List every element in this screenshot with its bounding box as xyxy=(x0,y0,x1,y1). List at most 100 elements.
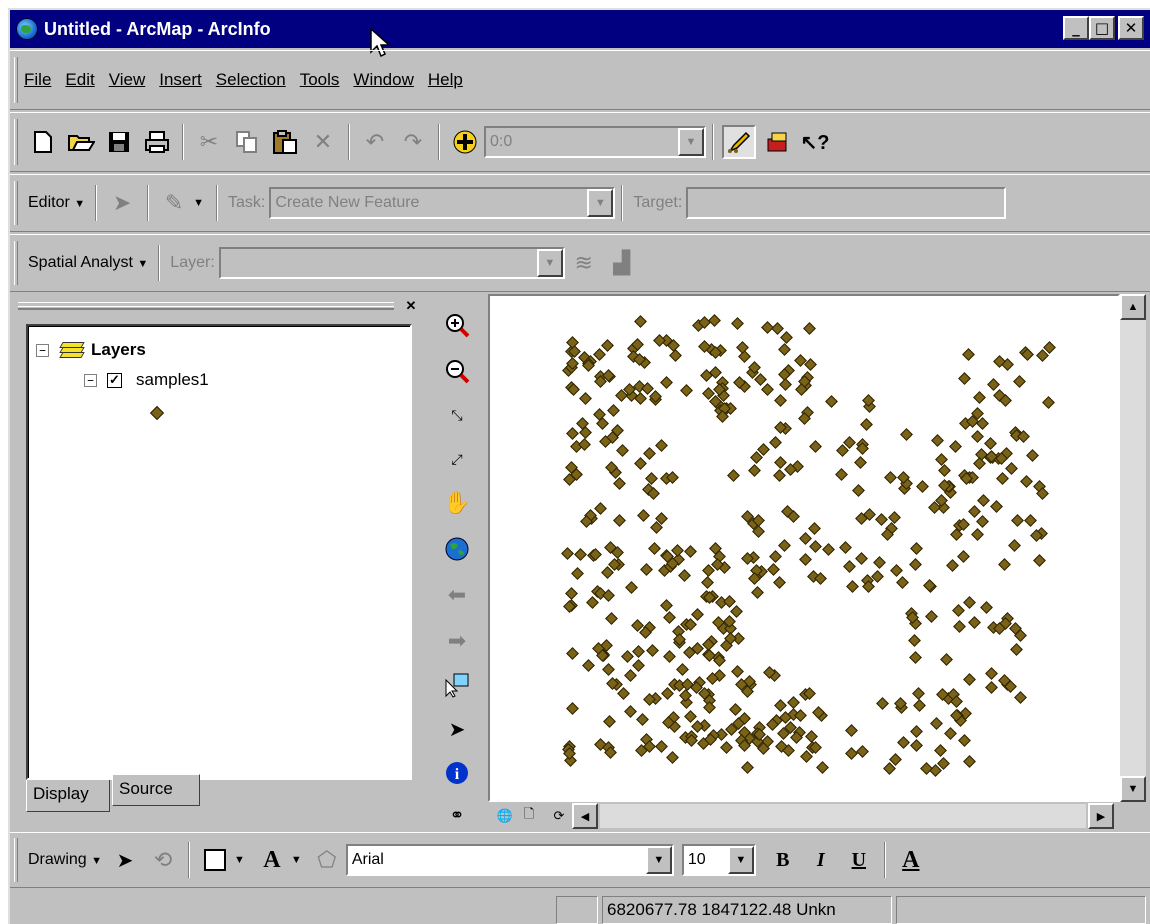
arcmap-globe-icon[interactable] xyxy=(16,18,38,40)
sketch-tool-button[interactable]: ✎ xyxy=(157,186,191,220)
full-extent-globe-icon xyxy=(445,537,469,561)
bold-button[interactable]: B xyxy=(766,843,800,877)
tab-source[interactable]: Source xyxy=(112,774,200,806)
task-combo[interactable]: Create New Feature ▼ xyxy=(269,187,616,219)
back-extent-button[interactable]: ⬅ xyxy=(442,580,472,610)
pan-button[interactable]: ✋ xyxy=(442,488,472,518)
collapse-icon[interactable]: − xyxy=(84,373,97,387)
chevron-down-icon[interactable]: ▼ xyxy=(193,197,204,209)
vertical-scrollbar[interactable]: ▲ ▼ xyxy=(1120,294,1146,802)
tree-row-layers[interactable]: − Layers xyxy=(36,340,146,360)
new-document-button[interactable] xyxy=(26,125,60,159)
menu-tools[interactable]: Tools xyxy=(300,70,340,90)
title-bar[interactable]: Untitled - ArcMap - ArcInfo _ □ ✕ xyxy=(10,10,1150,48)
identify-button[interactable]: i xyxy=(442,758,472,788)
delete-button[interactable]: ✕ xyxy=(306,125,340,159)
menu-help[interactable]: Help xyxy=(428,70,463,90)
chevron-down-icon[interactable]: ▼ xyxy=(645,846,672,874)
font-size-value: 10 xyxy=(687,851,706,868)
chevron-down-icon[interactable]: ▼ xyxy=(234,854,245,866)
map-display[interactable] xyxy=(488,294,1120,802)
chevron-down-icon[interactable]: ▼ xyxy=(727,846,754,874)
editor-menu[interactable]: Editor ▼ xyxy=(28,194,85,212)
scroll-down-button[interactable]: ▼ xyxy=(1120,776,1146,802)
fixed-zoom-out-button[interactable]: ⤢ xyxy=(442,444,472,474)
horizontal-scrollbar[interactable] xyxy=(600,804,1086,828)
select-features-button[interactable] xyxy=(442,670,472,700)
scroll-right-button[interactable]: ▶ xyxy=(1088,803,1114,829)
edit-vertices-button[interactable]: ⬠ xyxy=(310,843,344,877)
menu-insert[interactable]: Insert xyxy=(159,70,202,90)
underline-button[interactable]: U xyxy=(842,843,876,877)
layout-view-button[interactable]: 🗋 xyxy=(518,805,540,827)
forward-extent-button[interactable]: ➡ xyxy=(442,626,472,656)
minimize-button[interactable]: _ xyxy=(1063,16,1089,40)
font-color-button[interactable]: A xyxy=(894,843,928,877)
layer-visibility-checkbox[interactable]: ✓ xyxy=(107,372,122,388)
menu-view[interactable]: View xyxy=(109,70,146,90)
new-text-button[interactable]: A xyxy=(255,843,289,877)
target-combo[interactable] xyxy=(686,187,1007,219)
print-button[interactable] xyxy=(140,125,174,159)
collapse-icon[interactable]: − xyxy=(36,343,49,357)
map-scale-combo[interactable]: 0:0 ▼ xyxy=(484,126,706,158)
rotate-button[interactable]: ⟲ xyxy=(146,843,180,877)
new-rectangle-button[interactable] xyxy=(198,843,232,877)
scroll-left-button[interactable]: ◀ xyxy=(572,803,598,829)
data-view-button[interactable]: 🌐 xyxy=(494,805,516,827)
find-button[interactable]: ⚭ xyxy=(442,800,472,830)
menu-window[interactable]: Window xyxy=(353,70,413,90)
italic-button[interactable]: I xyxy=(804,843,838,877)
sample-point xyxy=(632,659,645,672)
editor-toolbar-button[interactable] xyxy=(722,125,756,159)
toolbar-grip[interactable] xyxy=(14,240,18,286)
select-elements-button[interactable]: ➤ xyxy=(442,714,472,744)
edit-tool-button[interactable]: ➤ xyxy=(105,186,139,220)
separator xyxy=(348,124,350,160)
contour-button[interactable]: ≋ xyxy=(567,246,601,280)
close-button[interactable]: ✕ xyxy=(1118,16,1144,40)
menu-edit[interactable]: Edit xyxy=(65,70,94,90)
full-extent-button[interactable] xyxy=(442,534,472,564)
copy-button[interactable] xyxy=(230,125,264,159)
sample-point xyxy=(1020,475,1033,488)
toolbar-grip[interactable] xyxy=(14,56,18,104)
select-elements-tool-button[interactable]: ➤ xyxy=(108,843,142,877)
drawing-menu[interactable]: Drawing ▼ xyxy=(28,851,102,869)
tab-display[interactable]: Display xyxy=(26,780,110,812)
chevron-down-icon[interactable]: ▼ xyxy=(587,189,614,217)
refresh-button[interactable]: ⟳ xyxy=(548,805,570,827)
open-button[interactable] xyxy=(64,125,98,159)
chevron-down-icon[interactable]: ▼ xyxy=(678,128,704,156)
toc-close-button[interactable]: ✕ xyxy=(402,298,420,314)
add-data-button[interactable] xyxy=(448,125,482,159)
font-size-combo[interactable]: 10 ▼ xyxy=(681,844,756,876)
fixed-zoom-in-button[interactable]: ⤡ xyxy=(442,400,472,430)
save-button[interactable] xyxy=(102,125,136,159)
toolbar-grip[interactable] xyxy=(14,180,18,226)
undo-button[interactable]: ↶ xyxy=(358,125,392,159)
toolbar-grip[interactable] xyxy=(14,838,18,882)
arctoolbox-button[interactable] xyxy=(760,125,794,159)
toolbar-grip[interactable] xyxy=(14,118,18,166)
toc-drag-handle[interactable] xyxy=(18,302,394,310)
zoom-in-button[interactable] xyxy=(442,310,472,340)
zoom-out-button[interactable] xyxy=(442,356,472,386)
chevron-down-icon[interactable]: ▼ xyxy=(536,249,563,277)
histogram-button[interactable]: ▟ xyxy=(605,246,639,280)
redo-button[interactable]: ↷ xyxy=(396,125,430,159)
cut-button[interactable]: ✂ xyxy=(192,125,226,159)
tree-row-samples1[interactable]: − ✓ samples1 xyxy=(84,370,209,390)
menu-selection[interactable]: Selection xyxy=(216,70,286,90)
maximize-button[interactable]: □ xyxy=(1089,16,1115,40)
paste-button[interactable] xyxy=(268,125,302,159)
sample-point xyxy=(799,532,812,545)
layer-combo[interactable]: ▼ xyxy=(218,247,565,279)
spatial-analyst-menu[interactable]: Spatial Analyst ▼ xyxy=(28,254,148,272)
point-symbol-icon[interactable] xyxy=(149,405,165,421)
font-combo[interactable]: Arial ▼ xyxy=(345,844,674,876)
menu-file[interactable]: File xyxy=(24,70,51,90)
scroll-up-button[interactable]: ▲ xyxy=(1120,294,1146,320)
chevron-down-icon[interactable]: ▼ xyxy=(291,854,302,866)
whats-this-button[interactable]: ↖? xyxy=(798,125,832,159)
